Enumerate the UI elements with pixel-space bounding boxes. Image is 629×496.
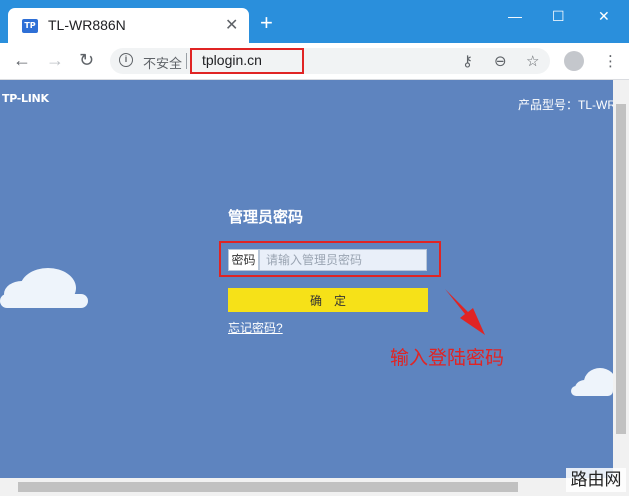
maximize-icon[interactable]: ☐ [552,8,565,25]
horizontal-scrollbar[interactable] [0,478,629,496]
key-icon[interactable]: ⚷ [462,52,473,70]
menu-icon[interactable]: ⋮ [603,52,618,70]
password-input[interactable] [259,249,427,271]
site-watermark: 路由网 [566,468,626,492]
vertical-scroll-thumb[interactable] [616,104,626,434]
vertical-scrollbar[interactable] [613,80,629,478]
horizontal-scroll-thumb[interactable] [18,482,518,492]
cloud-right-icon [571,368,613,396]
annotation-text: 输入登陆密码 [390,347,505,369]
tp-link-favicon-icon: TP [22,19,38,33]
tab-close-icon[interactable]: ✕ [225,15,238,35]
window-close-icon[interactable]: ✕ [598,8,610,25]
omnibox-divider [186,53,187,69]
cloud-left-icon [0,268,88,308]
browser-title-bar: TP TL-WR886N ✕ + — ☐ ✕ [0,0,629,43]
product-model: 产品型号：TL-WR [518,98,616,112]
confirm-button[interactable]: 确定 [228,288,428,312]
reload-icon[interactable]: ↻ [79,51,94,69]
browser-tab[interactable]: TP TL-WR886N ✕ [8,8,249,43]
forgot-password-link[interactable]: 忘记密码? [228,319,283,336]
profile-avatar-icon[interactable] [564,51,584,71]
page-content [0,80,613,478]
security-label: 不安全 [143,56,183,71]
info-icon[interactable]: i [119,53,133,67]
tp-link-logo: TP-LINK [2,92,49,105]
new-tab-icon[interactable]: + [260,12,273,34]
bookmark-star-icon[interactable]: ☆ [526,52,539,70]
address-bar[interactable]: i 不安全 tplogin.cn [110,48,550,74]
minimize-icon[interactable]: — [508,8,522,24]
password-label: 密码 [228,249,259,271]
tab-title: TL-WR886N [48,17,126,33]
forward-icon: → [46,50,64,70]
url-highlight-box [190,48,304,74]
form-title: 管理员密码 [228,209,304,226]
back-icon[interactable]: ← [13,51,31,69]
zoom-out-icon[interactable]: ⊖ [494,52,507,70]
cloud-decorations [0,268,613,396]
